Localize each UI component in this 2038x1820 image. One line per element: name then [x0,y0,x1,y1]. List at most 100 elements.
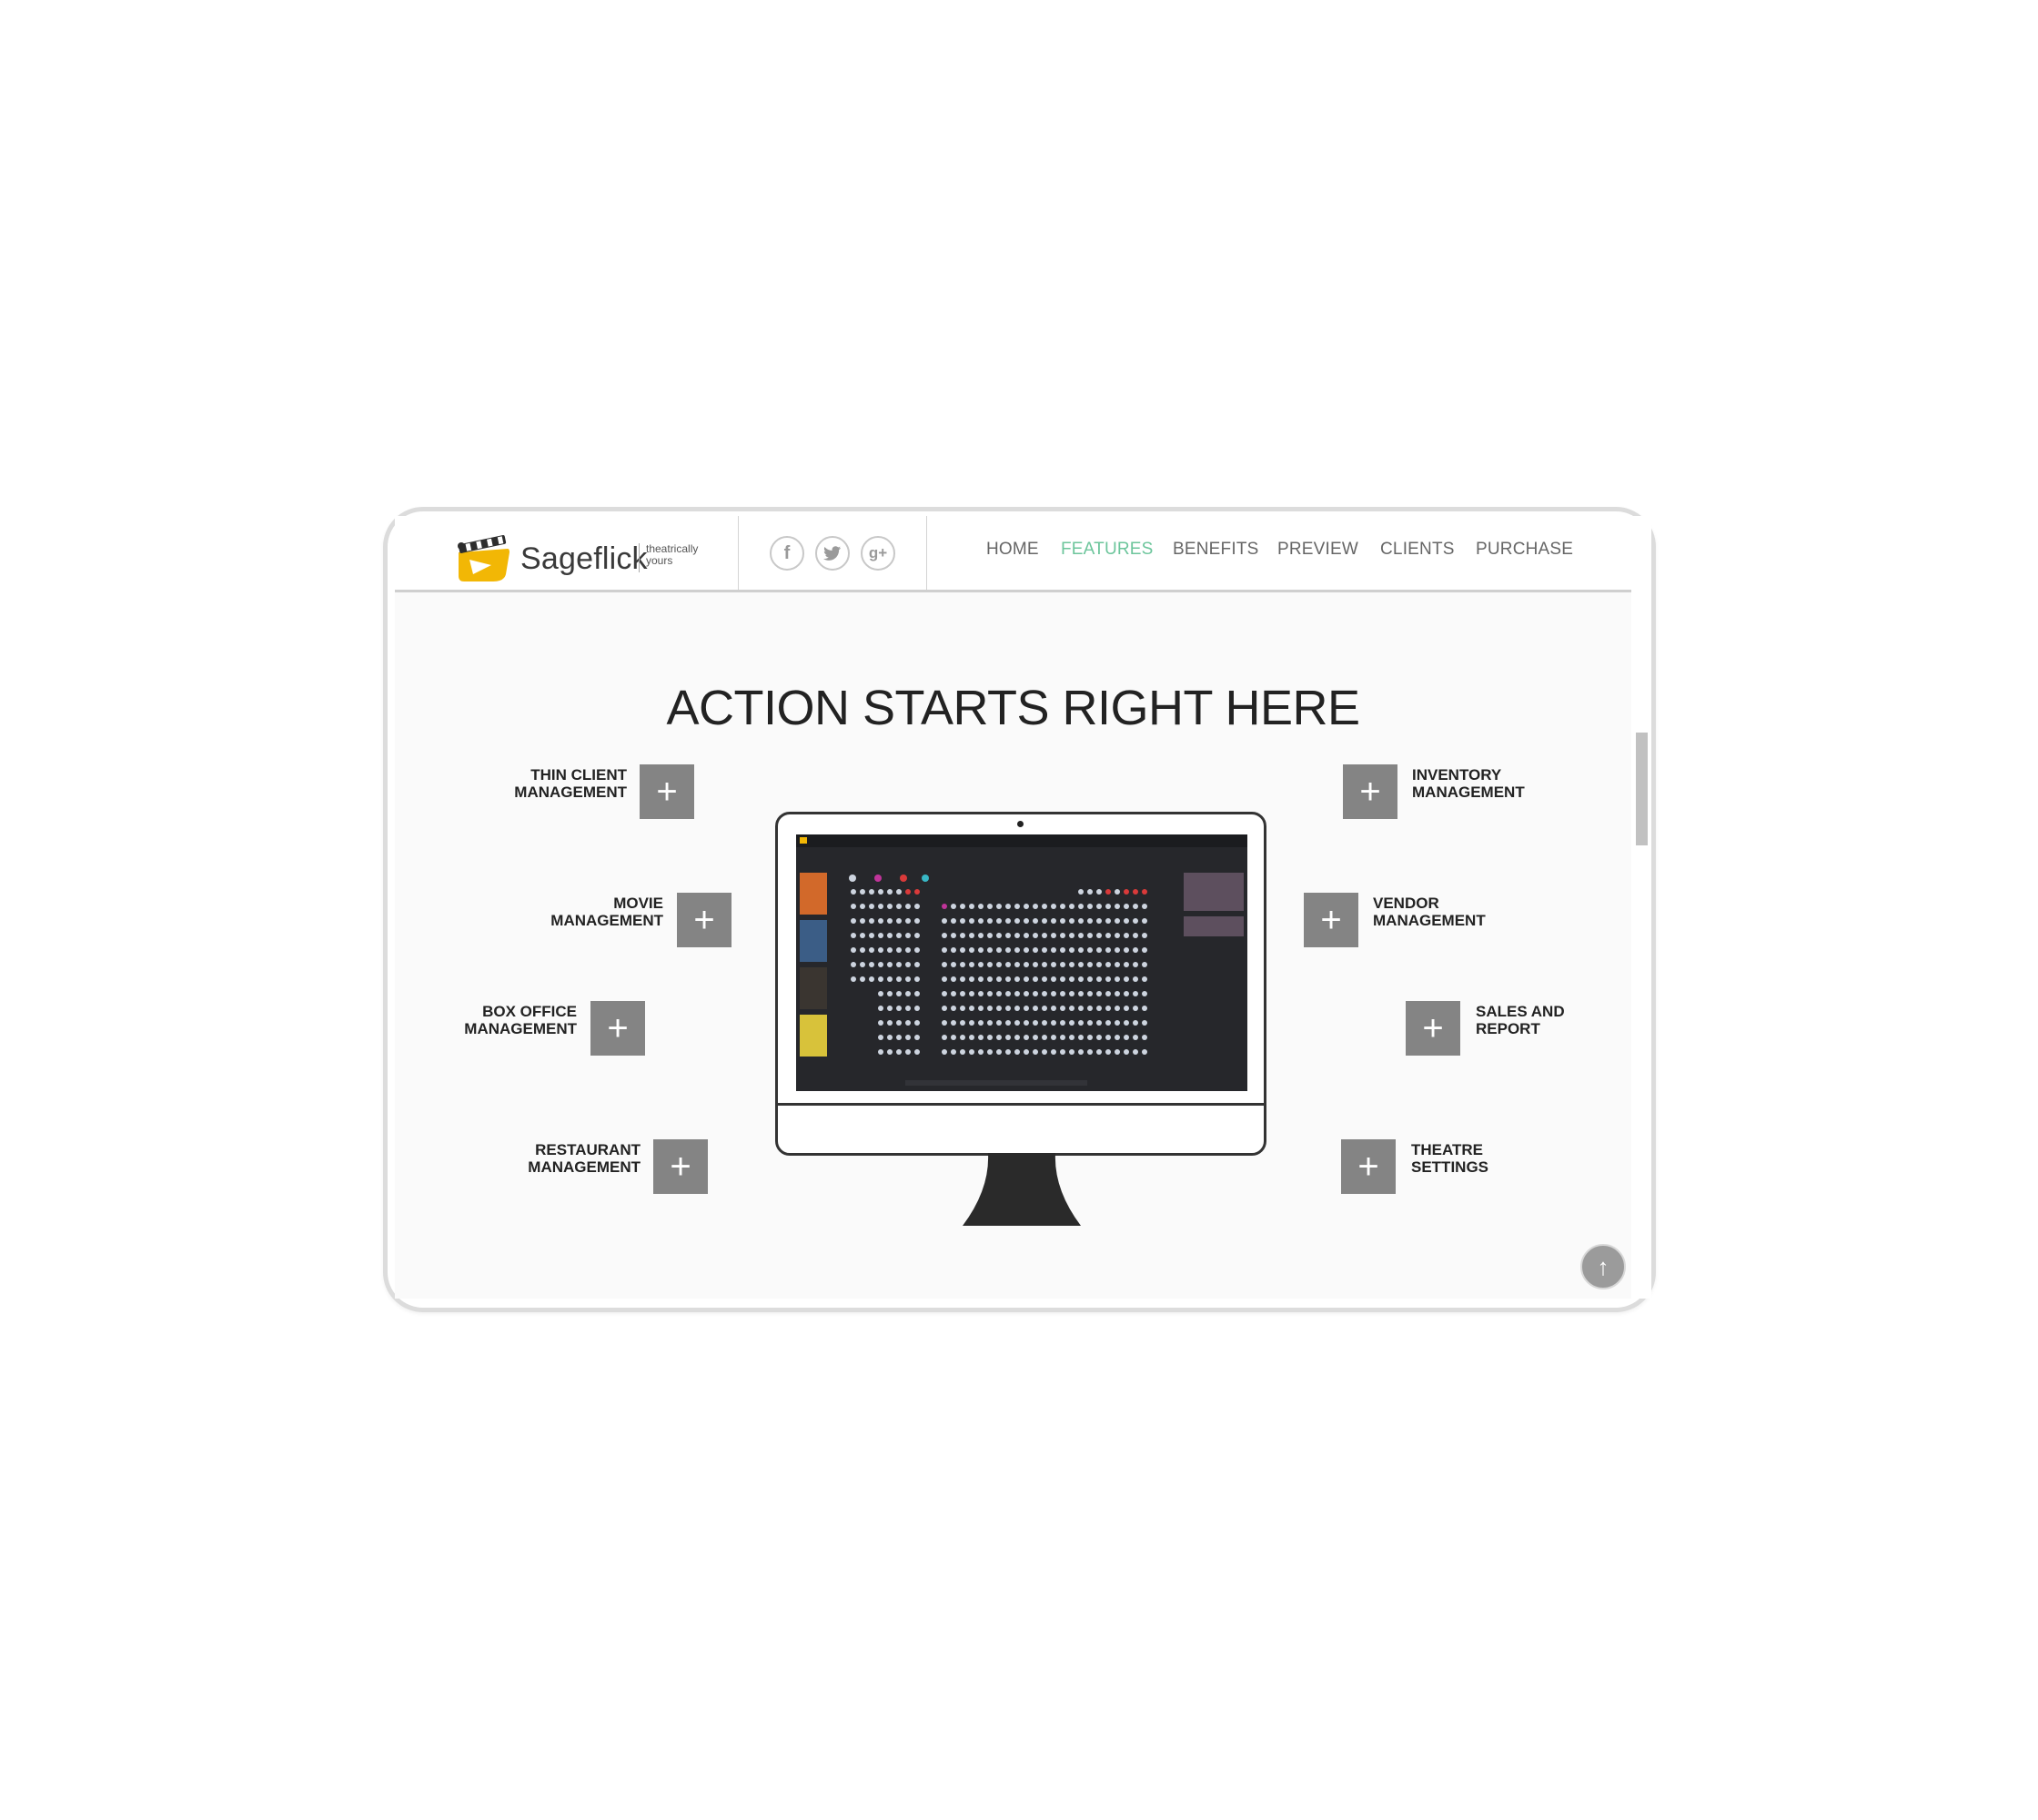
preview-seat [1014,918,1020,924]
preview-seat [996,1035,1002,1040]
preview-seat [914,947,920,953]
preview-seat [987,933,993,938]
preview-seat [914,889,920,895]
preview-seat [1014,962,1020,967]
preview-seat [969,1035,974,1040]
preview-seat [951,1020,956,1026]
device-frame: Sageflick theatrically yours f g+ HOME F… [383,507,1656,1312]
nav-clients[interactable]: CLIENTS [1380,540,1455,560]
feature-label-line: MANAGEMENT [1373,912,1486,929]
feature-label-vendor: VENDOR MANAGEMENT [1373,895,1486,929]
back-to-top-button[interactable]: ↑ [1580,1244,1626,1289]
nav-purchase[interactable]: PURCHASE [1476,540,1573,560]
nav-preview[interactable]: PREVIEW [1277,540,1358,560]
scrollbar[interactable] [1631,516,1651,1299]
preview-seat [1051,1020,1056,1026]
preview-seat [869,962,874,967]
nav-home[interactable]: HOME [986,540,1039,560]
preview-seat [1115,947,1120,953]
plus-icon: + [670,1147,691,1187]
scrollbar-thumb[interactable] [1636,733,1648,845]
vendor-expand-button[interactable]: + [1304,893,1358,947]
preview-seat [969,1020,974,1026]
preview-seat [960,1020,965,1026]
facebook-icon[interactable]: f [770,536,804,571]
nav-benefits[interactable]: BENEFITS [1173,540,1259,560]
preview-seat [987,991,993,996]
preview-seat [1078,933,1084,938]
preview-legend-dot [922,875,929,882]
preview-seat [914,962,920,967]
preview-seat [878,1049,883,1055]
preview-legend-dot [900,875,907,882]
preview-seat [1124,991,1129,996]
preview-seat [860,889,865,895]
preview-seat [1005,1049,1011,1055]
preview-seat [878,933,883,938]
preview-seat [1078,962,1084,967]
google-plus-icon[interactable]: g+ [861,536,895,571]
box-office-expand-button[interactable]: + [590,1001,645,1056]
thin-client-expand-button[interactable]: + [640,764,694,819]
preview-seat [1033,1049,1038,1055]
restaurant-expand-button[interactable]: + [653,1139,708,1194]
preview-seat [1024,976,1029,982]
preview-seat [1033,1035,1038,1040]
preview-seat [896,1020,902,1026]
brand-logo[interactable]: Sageflick theatrically yours [455,532,728,581]
preview-seat [1105,933,1111,938]
preview-seat [1096,976,1102,982]
preview-seat [851,918,856,924]
preview-seat [1069,991,1074,996]
plus-icon: + [693,900,715,940]
preview-seat [1124,933,1129,938]
twitter-icon[interactable] [815,536,850,571]
plus-icon: + [1357,1147,1379,1187]
movie-expand-button[interactable]: + [677,893,731,947]
preview-seat [987,1006,993,1011]
preview-seat [905,904,911,909]
preview-seat [1087,933,1093,938]
preview-seat [978,933,984,938]
preview-seat [1005,962,1011,967]
feature-label-inventory: INVENTORY MANAGEMENT [1412,766,1525,801]
preview-seat [1133,947,1138,953]
preview-seat [1142,1049,1147,1055]
preview-seat [969,947,974,953]
brand-divider [639,543,640,572]
preview-seat [869,904,874,909]
inventory-expand-button[interactable]: + [1343,764,1397,819]
preview-seat [887,1049,893,1055]
theatre-expand-button[interactable]: + [1341,1139,1396,1194]
preview-summary-panel [1184,916,1244,936]
preview-seat [1115,904,1120,909]
preview-seat [1060,1035,1065,1040]
preview-seat [1042,918,1047,924]
nav-features[interactable]: FEATURES [1061,540,1154,560]
preview-seat [960,918,965,924]
preview-seat [1115,1035,1120,1040]
preview-seat [905,947,911,953]
sales-expand-button[interactable]: + [1406,1001,1460,1056]
preview-seat [1060,947,1065,953]
preview-seat [896,1035,902,1040]
preview-seat [1069,1049,1074,1055]
preview-seat [896,904,902,909]
preview-seat [1014,933,1020,938]
preview-seat [887,1020,893,1026]
preview-seat [1096,1006,1102,1011]
preview-seat [996,918,1002,924]
preview-seat [1060,991,1065,996]
preview-seat [1096,889,1102,895]
preview-seat [1033,918,1038,924]
preview-seat [942,947,947,953]
preview-seat [887,991,893,996]
preview-seat [851,933,856,938]
preview-seat [996,1020,1002,1026]
preview-seat [1069,933,1074,938]
preview-seat [860,918,865,924]
preview-seat [1124,1006,1129,1011]
preview-seat [1033,962,1038,967]
preview-seat [1078,889,1084,895]
preview-seat [969,962,974,967]
